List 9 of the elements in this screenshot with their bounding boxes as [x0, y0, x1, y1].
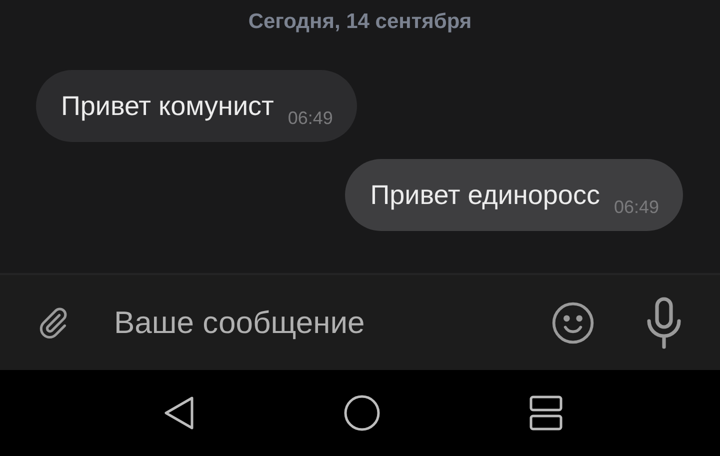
message-input[interactable]: Ваше сообщение: [114, 300, 550, 344]
smiley-icon[interactable]: [550, 300, 596, 346]
microphone-icon[interactable]: [644, 296, 684, 348]
back-icon[interactable]: [163, 395, 195, 431]
recent-apps-icon[interactable]: [529, 395, 563, 431]
message-bubble[interactable]: Привет комунист 06:49: [36, 70, 357, 142]
date-separator: Сегодня, 14 сентября: [248, 9, 472, 35]
home-icon[interactable]: [343, 394, 381, 432]
message-bubble[interactable]: Привет единоросс 06:49: [345, 159, 683, 231]
